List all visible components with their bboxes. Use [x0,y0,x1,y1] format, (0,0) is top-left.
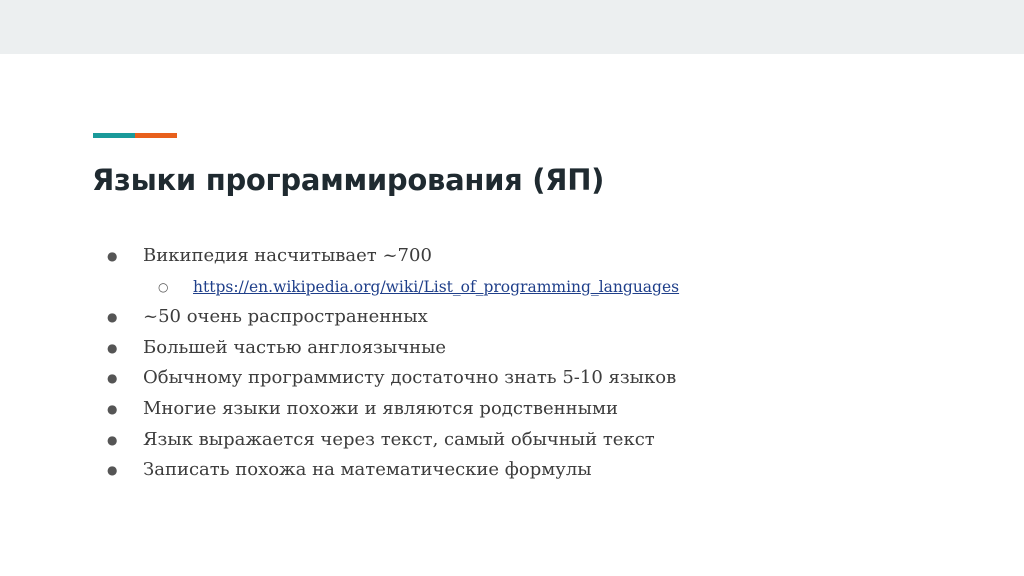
bullet-text: Записать похожа на математические формул… [143,459,592,481]
bullet-text: Многие языки похожи и являются родственн… [143,397,619,419]
bullet-icon: ● [107,463,118,478]
list-item: ● ~50 очень распространенных [0,302,1024,333]
bullet-text: Язык выражается через текст, самый обычн… [143,428,655,450]
bullet-list: ● Википедия насчитывает ~700 ○ https://e… [0,241,1024,486]
list-item: ● Обычному программисту достаточно знать… [0,363,1024,394]
bullet-text: Обычному программисту достаточно знать 5… [143,367,677,389]
title-accent-bar [93,133,177,138]
bullet-text: Википедия насчитывает ~700 [143,245,432,266]
slide-title: Языки программирования (ЯП) [92,163,605,197]
list-item: ● Язык выражается через текст, самый обы… [0,425,1024,456]
list-item: ● Википедия насчитывает ~700 [0,241,1024,272]
sub-list-item: ○ https://en.wikipedia.org/wiki/List_of_… [0,272,1024,303]
accent-segment-teal [93,133,135,138]
sub-bullet-icon: ○ [158,279,169,294]
list-item: ● Многие языки похожи и являются родстве… [0,394,1024,425]
accent-segment-orange [135,133,177,138]
bullet-icon: ● [107,401,118,416]
wikipedia-link[interactable]: https://en.wikipedia.org/wiki/List_of_pr… [193,272,679,302]
bullet-icon: ● [107,249,118,263]
bullet-icon: ● [107,432,118,447]
slide: Языки программирования (ЯП) ● Википедия … [0,0,1024,576]
bullet-icon: ● [107,310,118,325]
bullet-text: Большей частью англоязычные [143,336,447,358]
bullet-icon: ● [107,371,118,386]
list-item: ● Большей частью англоязычные [0,333,1024,364]
list-item: ● Записать похожа на математические форм… [0,455,1024,486]
top-strip [0,0,1024,54]
bullet-icon: ● [107,340,118,355]
bullet-text: ~50 очень распространенных [143,306,428,328]
